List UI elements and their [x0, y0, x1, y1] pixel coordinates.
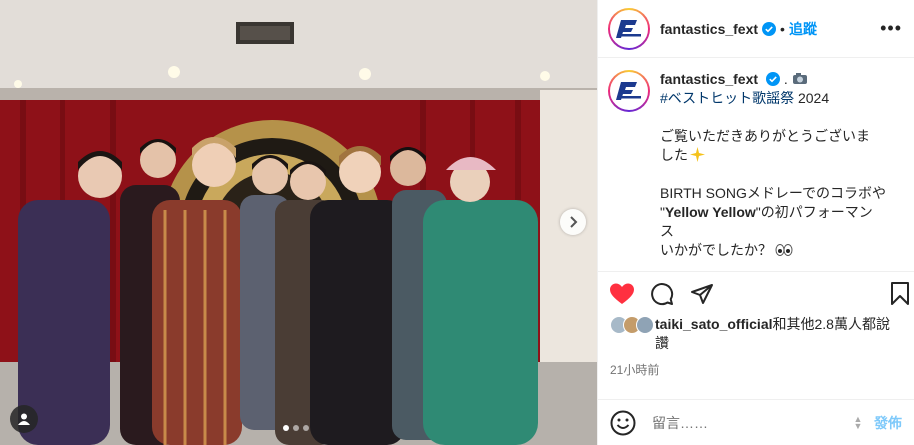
carousel-dot	[283, 425, 289, 431]
eyes-emoji-icon	[775, 244, 793, 256]
chevron-right-icon	[570, 216, 578, 228]
likes-count-text-line2[interactable]: 讚	[655, 335, 669, 351]
comment-icon	[651, 282, 674, 305]
caption-line-5: ス	[660, 223, 674, 239]
post-photo[interactable]	[0, 0, 597, 445]
song-title: Yellow Yellow	[664, 204, 756, 220]
likes-summary: taiki_sato_official和其他2.8萬人都說 讚	[598, 315, 914, 357]
caption-text: fantastics_fext . #ベストヒット歌謡祭 2024 ご覧いただき…	[660, 70, 886, 271]
fantastics-logo-icon	[612, 11, 646, 46]
caption-line-4-tail: "の初パフォーマン	[755, 204, 873, 220]
caption-line-6: いかがでしたか？	[660, 242, 772, 258]
caption-dot: .	[783, 71, 788, 87]
post-timestamp[interactable]: 21小時前	[598, 357, 914, 397]
caption-line-1: ご覧いただきありがとうございま	[660, 128, 870, 144]
verified-icon	[762, 21, 777, 36]
avatar[interactable]	[608, 70, 650, 112]
avatar	[636, 316, 654, 334]
share-button[interactable]	[690, 282, 714, 306]
carousel-indicator	[283, 425, 309, 431]
like-button[interactable]	[610, 282, 634, 306]
comment-button[interactable]	[650, 282, 674, 306]
post-header: fantastics_fext • 追蹤 •••	[598, 0, 914, 58]
avatar[interactable]	[608, 7, 650, 50]
post-comment-button[interactable]: 發佈	[874, 413, 902, 433]
share-icon	[691, 283, 713, 304]
hashtag-link[interactable]: #ベストヒット歌謡祭	[660, 90, 794, 106]
next-slide-button[interactable]	[560, 209, 586, 235]
likes-count-text[interactable]: 和其他2.8萬人都說	[773, 316, 890, 332]
post-actions	[598, 271, 914, 315]
liker-avatars[interactable]	[610, 316, 654, 334]
post-caption: fantastics_fext . #ベストヒット歌謡祭 2024 ご覧いただき…	[598, 58, 914, 271]
post-side-panel: fantastics_fext • 追蹤 ••• fantastics_fext	[597, 0, 914, 445]
caption-line-2: した	[660, 147, 688, 163]
liker-username[interactable]: taiki_sato_official	[655, 316, 773, 332]
user-tags-button[interactable]	[10, 405, 38, 433]
heart-icon	[610, 283, 634, 304]
sparkle-emoji-icon	[690, 147, 705, 162]
save-button[interactable]	[890, 282, 914, 306]
comment-input[interactable]	[652, 414, 846, 431]
author-username[interactable]: fantastics_fext	[660, 21, 758, 37]
comment-resize-handle[interactable]: ▲ ▼	[852, 414, 864, 430]
group-photo-image	[0, 0, 597, 445]
header-separator: •	[780, 20, 785, 37]
caption-line-3: BIRTH SONGメドレーでのコラボや	[660, 185, 887, 201]
hashtag-tail: 2024	[794, 90, 830, 106]
more-options-button[interactable]: •••	[880, 18, 902, 39]
comment-box: ▲▼ 發佈	[598, 399, 914, 445]
fantastics-logo-icon	[612, 74, 646, 108]
follow-button[interactable]: 追蹤	[789, 19, 817, 39]
emoji-icon[interactable]	[610, 410, 636, 436]
user-tag-icon	[18, 413, 30, 425]
carousel-dot	[303, 425, 309, 431]
caption-username[interactable]: fantastics_fext	[660, 71, 758, 87]
verified-icon	[765, 72, 780, 86]
camera-emoji-icon	[792, 73, 807, 84]
save-icon	[891, 282, 909, 305]
carousel-dot	[293, 425, 299, 431]
post-dialog: fantastics_fext • 追蹤 ••• fantastics_fext	[0, 0, 914, 445]
